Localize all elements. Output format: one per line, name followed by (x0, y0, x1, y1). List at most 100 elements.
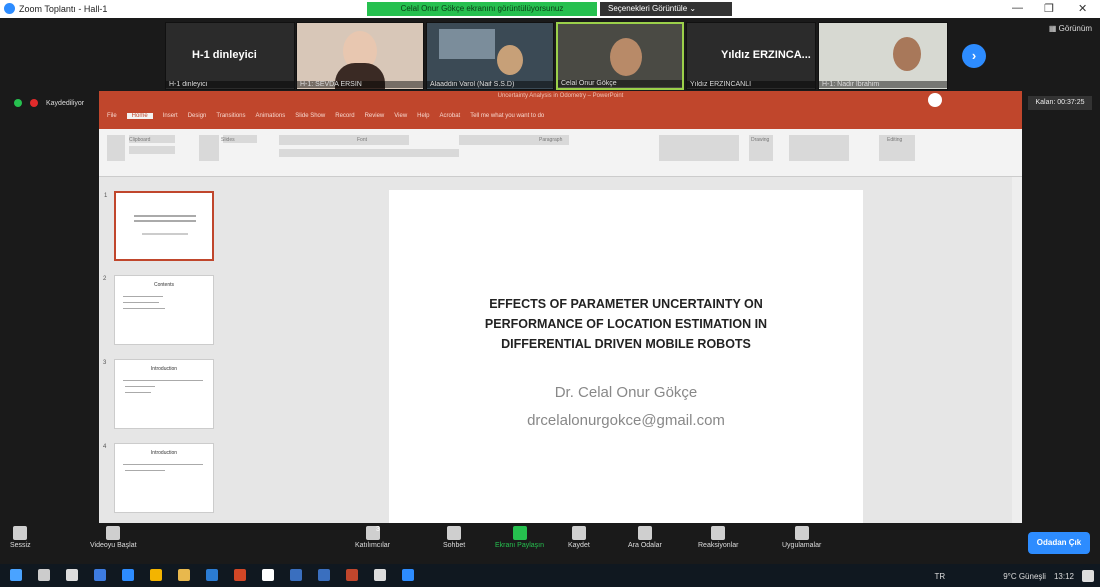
tab-insert[interactable]: Insert (163, 113, 178, 119)
tab-design[interactable]: Design (188, 113, 207, 119)
ribbon-group-label: Slides (221, 137, 235, 143)
view-options-button[interactable]: Seçenekleri Görüntüle ⌄ (600, 2, 732, 16)
breakout-rooms-button[interactable]: Ara Odalar (628, 526, 662, 549)
thumb-line (125, 392, 151, 393)
participant-name: H-1: SEVDA ERSİN (297, 81, 423, 88)
powerpoint-icon[interactable] (346, 569, 358, 581)
mute-button[interactable]: Sessiz (10, 526, 31, 549)
tab-record[interactable]: Record (335, 113, 354, 119)
font-format-buttons[interactable] (279, 149, 459, 157)
maximize-icon[interactable]: ❐ (1044, 2, 1054, 15)
thumb-line (123, 296, 163, 297)
thumb-line (142, 233, 188, 235)
tell-me-search[interactable]: Tell me what you want to do (470, 113, 544, 119)
participant-background (439, 29, 495, 59)
font-family-select[interactable] (279, 135, 409, 145)
microphone-icon (13, 526, 28, 540)
participant-tile[interactable]: Yıldız ERZINCA... Yıldız ERZİNCANLI (686, 22, 816, 90)
edge-icon[interactable] (94, 569, 106, 581)
record-dot-icon (30, 99, 38, 107)
vertical-scrollbar[interactable] (1012, 177, 1022, 523)
tab-help[interactable]: Help (417, 113, 429, 119)
chrome-icon[interactable] (150, 569, 162, 581)
app-icon[interactable] (262, 569, 274, 581)
meeting-toolbar: Sessiz Videoyu Başlat Katılımcılar 3 Soh… (0, 524, 1100, 564)
start-video-button[interactable]: Videoyu Başlat (90, 526, 137, 549)
record-button[interactable]: Kaydet (568, 526, 590, 549)
outlook-icon[interactable] (290, 569, 302, 581)
search-icon[interactable] (38, 569, 50, 581)
acrobat-icon[interactable] (234, 569, 246, 581)
tab-transitions[interactable]: Transitions (216, 113, 245, 119)
language-indicator[interactable]: TR (935, 572, 946, 581)
ribbon-group-label: Clipboard (129, 137, 151, 143)
slide-canvas[interactable]: EFFECTS OF PARAMETER UNCERTAINTY ON PERF… (389, 190, 863, 523)
slide-thumbnail[interactable]: 1 (104, 191, 214, 261)
minimize-icon[interactable]: — (1012, 2, 1023, 14)
participant-name: H-1: Nadir Ibrahim (819, 81, 947, 88)
tab-acrobat[interactable]: Acrobat (440, 113, 461, 119)
view-toggle[interactable]: ▦ Görünüm (1049, 24, 1092, 33)
tab-home[interactable]: Home (126, 113, 153, 119)
app-icon[interactable] (374, 569, 386, 581)
apps-button[interactable]: Uygulamalar (782, 526, 821, 549)
meeting-timer: Kalan: 00:37:25 (1028, 96, 1092, 110)
paste-icon[interactable] (107, 135, 125, 161)
window-title: Zoom Toplantı - Hall-1 (19, 3, 108, 14)
recording-indicator: Kaydediliyor (14, 99, 84, 107)
tab-view[interactable]: View (394, 113, 407, 119)
participant-tile[interactable]: Alaaddin Varol (Naif S.S.D) (426, 22, 554, 90)
reactions-button[interactable]: Reaksiyonlar (698, 526, 738, 549)
tab-review[interactable]: Review (365, 113, 385, 119)
clock[interactable]: 13:12 (1054, 572, 1074, 581)
slide-thumbnail[interactable]: 4 Introduction (103, 443, 214, 513)
thumb-line (125, 386, 155, 387)
thumb-line (134, 215, 196, 217)
participant-tile[interactable]: H-1: SEVDA ERSİN (296, 22, 424, 90)
ribbon-group-label: Editing (887, 137, 903, 143)
ribbon-group-label: Paragraph (539, 137, 563, 143)
thumb-line (125, 470, 165, 471)
slide-thumbnail[interactable]: 2 Contents (103, 275, 214, 345)
close-icon[interactable]: ✕ (1078, 2, 1087, 15)
windows-taskbar: TR 9°C Güneşli 13:12 (0, 564, 1100, 587)
app-icon[interactable] (318, 569, 330, 581)
participants-button[interactable]: Katılımcılar (355, 526, 390, 549)
chat-icon (447, 526, 462, 540)
slide-thumbnail[interactable]: 3 Introduction (103, 359, 214, 429)
copy-button[interactable] (129, 146, 175, 154)
task-view-icon[interactable] (66, 569, 78, 581)
participant-name: H-1 dinleyici (166, 81, 294, 88)
file-explorer-icon[interactable] (178, 569, 190, 581)
share-screen-button[interactable]: Ekranı Paylaşın (495, 526, 544, 549)
app-icon[interactable] (402, 569, 414, 581)
word-icon[interactable] (206, 569, 218, 581)
participant-tile-active[interactable]: Celal Onur Gökçe (556, 22, 684, 90)
participant-tile[interactable]: H-1: Nadir Ibrahim (818, 22, 948, 90)
tab-file[interactable]: File (107, 113, 117, 119)
shapes-gallery[interactable] (659, 135, 739, 161)
new-slide-icon[interactable] (199, 135, 219, 161)
notification-icon[interactable] (1082, 570, 1094, 582)
reactions-icon (711, 526, 726, 540)
participant-tile[interactable]: H-1 dinleyici H-1 dinleyici (165, 22, 295, 90)
quick-styles[interactable] (789, 135, 849, 161)
shared-powerpoint-window: Uncertainty Analysis in Odometry – Power… (99, 91, 1022, 523)
participant-name: Celal Onur Gökçe (558, 80, 682, 87)
weather-widget[interactable]: 9°C Güneşli (1003, 572, 1046, 581)
leave-room-button[interactable]: Odadan Çık (1028, 532, 1090, 554)
participant-big-name: Yıldız ERZINCA... (721, 49, 811, 61)
thumb-line (123, 308, 165, 309)
next-participants-button[interactable]: › (962, 44, 986, 68)
tab-animations[interactable]: Animations (256, 113, 286, 119)
ppt-header: Uncertainty Analysis in Odometry – Power… (99, 91, 1022, 129)
thumb-line (123, 302, 159, 303)
windows-start-icon[interactable] (10, 569, 22, 581)
chat-button[interactable]: Sohbet (443, 526, 465, 549)
tab-slide-show[interactable]: Slide Show (295, 113, 325, 119)
thumb-line (123, 464, 203, 465)
slide-thumbnail-panel: 1 2 Contents 3 Introduction 4 Introducti… (99, 177, 235, 523)
zoom-taskbar-icon[interactable] (122, 569, 134, 581)
participants-count: 3 (376, 526, 380, 533)
thumb-title: Introduction (150, 450, 178, 456)
